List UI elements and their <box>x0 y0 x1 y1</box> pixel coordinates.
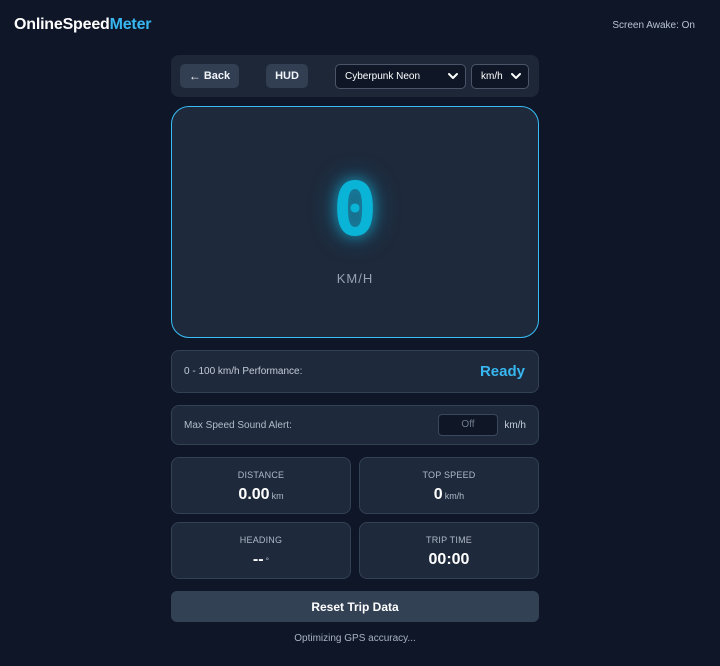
heading-value: -- <box>252 551 264 568</box>
speed-gauge: 0 KM/H <box>171 106 539 338</box>
back-button[interactable]: ← Back <box>180 64 239 88</box>
gps-status-text: Optimizing GPS accuracy... <box>294 633 416 644</box>
top-speed-value-row: 0 km/h <box>360 486 538 504</box>
theme-select[interactable]: Cyberpunk Neon <box>335 64 466 89</box>
top-speed-value: 0 <box>433 486 443 503</box>
speed-alert-unit: km/h <box>504 420 526 431</box>
speed-value: 0 <box>332 167 378 253</box>
chevron-down-icon <box>448 73 458 79</box>
screen-awake-status: Screen Awake: On <box>612 20 695 31</box>
speed-alert-input[interactable]: Off <box>438 414 498 436</box>
main-panel: ← Back HUD Cyberpunk Neon km/h 0 KM/H 0 … <box>171 55 539 644</box>
top-speed-title: TOP SPEED <box>422 470 476 480</box>
hud-button[interactable]: HUD <box>266 64 308 88</box>
heading-value-row: -- ° <box>172 551 350 569</box>
distance-title: DISTANCE <box>237 470 285 480</box>
distance-value-row: 0.00 km <box>172 486 350 504</box>
distance-value: 0.00 <box>238 486 270 503</box>
stats-grid: DISTANCE 0.00 km TOP SPEED 0 km/h HEADING … <box>171 457 539 579</box>
logo-text-primary: OnlineSpeed <box>14 16 110 33</box>
performance-label: 0 - 100 km/h Performance: <box>184 366 303 377</box>
trip-time-value: 00:00 <box>428 551 470 568</box>
trip-time-card: TRIP TIME 00:00 <box>359 522 539 579</box>
heading-card: HEADING -- ° <box>171 522 351 579</box>
trip-time-title: TRIP TIME <box>426 535 472 545</box>
reset-trip-button[interactable]: Reset Trip Data <box>171 591 539 622</box>
distance-unit: km <box>271 491 284 501</box>
arrow-left-icon: ← <box>188 69 201 83</box>
distance-card: DISTANCE 0.00 km <box>171 457 351 514</box>
unit-select-value: km/h <box>481 71 503 82</box>
unit-select[interactable]: km/h <box>471 64 529 89</box>
heading-title: HEADING <box>239 535 283 545</box>
top-speed-card: TOP SPEED 0 km/h <box>359 457 539 514</box>
performance-status: Ready <box>479 363 525 380</box>
logo: OnlineSpeedMeter <box>14 16 151 34</box>
trip-time-value-row: 00:00 <box>360 551 538 569</box>
speed-alert-panel: Max Speed Sound Alert: Off km/h <box>171 405 539 445</box>
performance-panel: 0 - 100 km/h Performance: Ready <box>171 350 539 393</box>
speed-alert-label: Max Speed Sound Alert: <box>184 419 292 431</box>
top-speed-unit: km/h <box>444 491 465 501</box>
theme-select-value: Cyberpunk Neon <box>345 71 421 82</box>
speed-unit-label: KM/H <box>336 271 374 286</box>
heading-unit: ° <box>265 556 270 566</box>
back-button-label: Back <box>203 70 231 82</box>
toolbar: ← Back HUD Cyberpunk Neon km/h <box>171 55 539 97</box>
logo-text-accent: Meter <box>109 16 152 33</box>
chevron-down-icon <box>511 73 521 79</box>
